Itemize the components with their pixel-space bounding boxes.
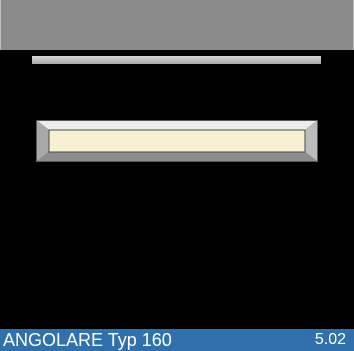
page-number: 5.02: [314, 331, 346, 348]
header-rule: [32, 56, 321, 64]
profile-diagram: [36, 120, 318, 162]
footer-bar: ANGOLARE Typ 160 5.02: [0, 329, 354, 351]
footer-title: ANGOLARE Typ 160: [3, 330, 172, 350]
header-bar: [0, 0, 354, 50]
profile-bevel-bottom: [36, 152, 318, 162]
profile-face: [48, 129, 306, 153]
slide-frame: ANGOLARE Typ 160 5.02: [0, 0, 354, 351]
profile-bevel-top: [36, 120, 318, 130]
